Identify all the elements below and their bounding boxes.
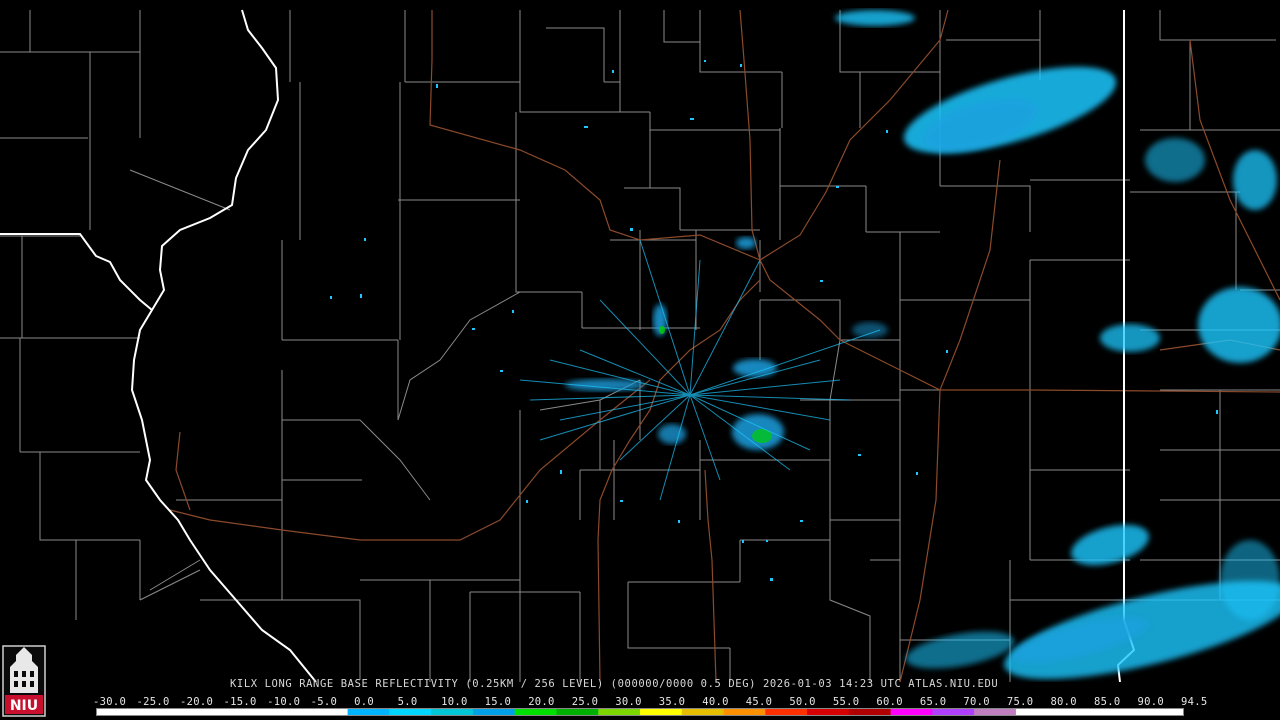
color-scale-segment bbox=[974, 709, 1017, 715]
radar-map bbox=[0, 0, 1280, 682]
color-scale-segment bbox=[389, 709, 432, 715]
color-scale-label: -10.0 bbox=[267, 696, 301, 708]
niu-logo: NIU bbox=[2, 645, 46, 717]
color-scale-segment bbox=[97, 709, 140, 715]
color-scale-label: 10.0 bbox=[441, 696, 468, 708]
color-scale-label: 0.0 bbox=[354, 696, 374, 708]
color-scale-segment bbox=[1015, 709, 1059, 715]
color-scale-segment bbox=[264, 709, 307, 715]
color-scale-label: -5.0 bbox=[310, 696, 338, 708]
color-scale-segment bbox=[472, 709, 516, 715]
color-scale-segment bbox=[222, 709, 265, 715]
color-scale-label: 5.0 bbox=[397, 696, 418, 708]
color-scale-label: 70.0 bbox=[963, 696, 990, 708]
color-scale-label: 50.0 bbox=[789, 696, 816, 708]
color-scale-segment bbox=[1141, 709, 1183, 715]
color-scale-label: 80.0 bbox=[1050, 696, 1077, 708]
color-scale-segment bbox=[180, 709, 223, 715]
color-scale-segment bbox=[556, 709, 599, 715]
color-scale-label: 55.0 bbox=[832, 696, 860, 708]
color-scale-label: -25.0 bbox=[136, 696, 170, 708]
color-scale-segment bbox=[765, 709, 808, 715]
color-scale-segment bbox=[1099, 709, 1142, 715]
color-scale-segment bbox=[932, 709, 975, 715]
color-scale-label: 40.0 bbox=[702, 696, 729, 708]
color-scale-segment bbox=[598, 709, 641, 715]
color-scale-label: 85.0 bbox=[1093, 696, 1121, 708]
color-scale-labels: -30.0 -25.0 -20.0 -15.0 -10.0 -5.0 0.0 5.0 10.0 1… bbox=[0, 696, 1280, 708]
color-scale-label: 15.0 bbox=[484, 696, 512, 708]
color-scale-label: 75.0 bbox=[1006, 696, 1034, 708]
color-scale-label: 60.0 bbox=[876, 696, 903, 708]
color-scale-segment bbox=[640, 709, 683, 715]
color-scale-segment bbox=[138, 709, 182, 715]
color-scale-segment bbox=[305, 709, 349, 715]
color-scale-segment bbox=[890, 709, 933, 715]
color-scale-label: 65.0 bbox=[919, 696, 947, 708]
color-scale-label: 94.5 bbox=[1181, 696, 1208, 708]
color-scale-label: 45.0 bbox=[745, 696, 773, 708]
color-scale-segment bbox=[1057, 709, 1100, 715]
color-scale-segment bbox=[347, 709, 390, 715]
color-scale-label: -15.0 bbox=[223, 696, 257, 708]
color-scale-label: 25.0 bbox=[571, 696, 599, 708]
color-scale-label: -30.0 bbox=[93, 696, 127, 708]
color-scale-label: 90.0 bbox=[1137, 696, 1164, 708]
color-scale-segment bbox=[807, 709, 850, 715]
color-scale-segment bbox=[848, 709, 892, 715]
color-scale-segment bbox=[514, 709, 557, 715]
color-scale-segment bbox=[431, 709, 474, 715]
niu-logo-text: NIU bbox=[10, 698, 38, 714]
color-scale-bar bbox=[96, 708, 1184, 716]
color-scale-label: 35.0 bbox=[658, 696, 686, 708]
color-scale-label: -20.0 bbox=[180, 696, 214, 708]
color-scale-label: 30.0 bbox=[615, 696, 642, 708]
product-caption: KILX LONG RANGE BASE REFLECTIVITY (0.25K… bbox=[230, 678, 999, 690]
color-scale-segment bbox=[681, 709, 725, 715]
color-scale-segment bbox=[723, 709, 766, 715]
color-scale-label: 20.0 bbox=[528, 696, 555, 708]
